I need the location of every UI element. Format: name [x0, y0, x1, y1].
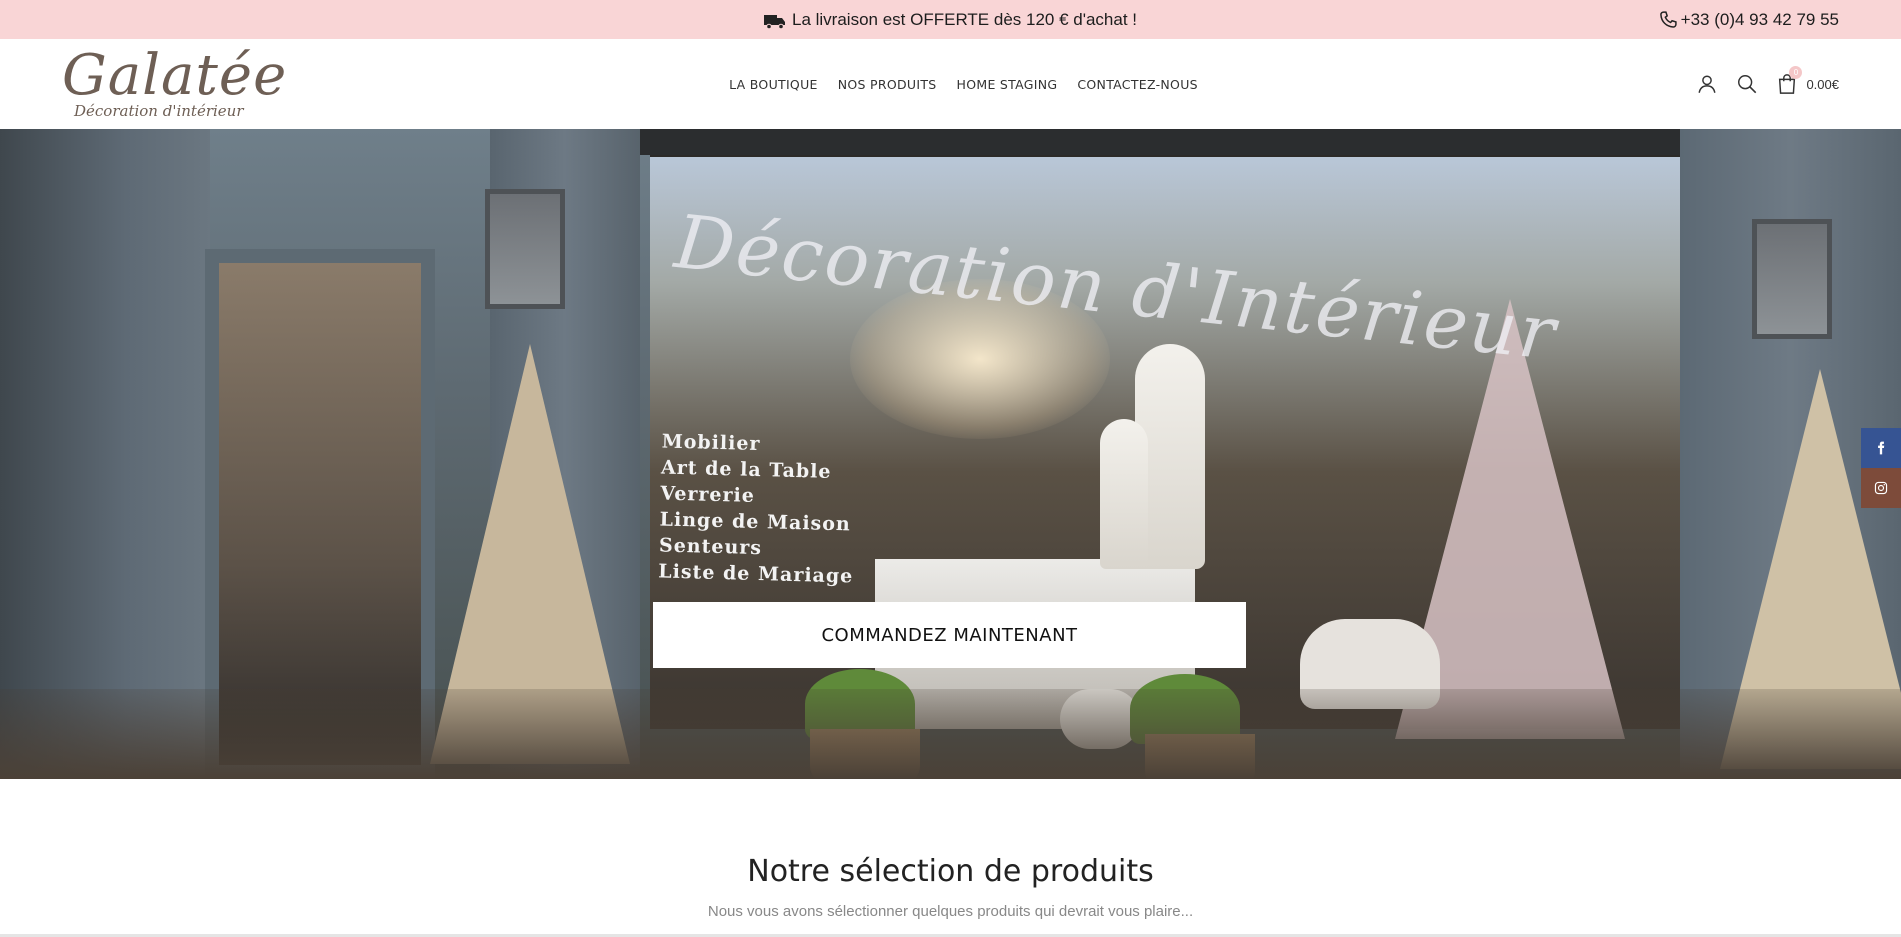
promo-text: La livraison est OFFERTE dès 120 € d'ach…: [792, 9, 1137, 29]
hero-floor: [0, 689, 1901, 779]
nav-item-home-staging[interactable]: HOME STAGING: [957, 77, 1058, 92]
decal-line: Liste de Mariage: [658, 560, 854, 588]
section-title: Notre sélection de produits: [747, 854, 1154, 889]
order-now-button[interactable]: COMMANDEZ MAINTENANT: [653, 602, 1246, 668]
cart-button[interactable]: 0 0.00€: [1776, 66, 1839, 95]
instagram-link[interactable]: [1861, 468, 1901, 508]
cart-total: 0.00€: [1806, 76, 1839, 92]
social-sidebar: [1861, 428, 1901, 508]
hero-background-left: [0, 129, 210, 779]
search-icon[interactable]: [1736, 73, 1758, 95]
facebook-link[interactable]: [1861, 428, 1901, 468]
phone-icon: [1659, 10, 1677, 28]
nav-item-contactez-nous[interactable]: CONTACTEZ-NOUS: [1077, 77, 1198, 92]
facebook-icon: [1878, 441, 1885, 455]
announcement-bar: La livraison est OFFERTE dès 120 € d'ach…: [0, 0, 1901, 39]
hero-banner: Décoration d'Intérieur Mobilier Art de l…: [0, 129, 1901, 779]
phone-number: +33 (0)4 93 42 79 55: [1680, 9, 1839, 29]
header-actions: 0 0.00€: [1696, 39, 1839, 129]
site-header: Galatée Décoration d'intérieur LA BOUTIQ…: [0, 39, 1901, 129]
hero-lantern-left: [485, 189, 565, 309]
truck-icon: [764, 14, 785, 29]
hero-awning: [640, 129, 1690, 155]
phone-link[interactable]: +33 (0)4 93 42 79 55: [1658, 0, 1839, 39]
instagram-icon: [1874, 481, 1888, 495]
hero-gnome-figure: [1100, 419, 1148, 569]
nav-item-nos-produits[interactable]: NOS PRODUITS: [838, 77, 937, 92]
hero-window-decal: Mobilier Art de la Table Verrerie Linge …: [658, 428, 857, 589]
section-subtitle: Nous vous avons sélectionner quelques pr…: [707, 903, 1194, 920]
user-icon[interactable]: [1696, 73, 1718, 95]
cart-count-badge: 0: [1789, 66, 1803, 79]
promo-message: La livraison est OFFERTE dès 120 € d'ach…: [0, 0, 1901, 39]
featured-products-section: Notre sélection de produits Nous vous av…: [0, 779, 1901, 937]
hero-lantern-right: [1752, 219, 1832, 339]
main-nav: LA BOUTIQUE NOS PRODUITS HOME STAGING CO…: [0, 39, 1901, 129]
nav-item-la-boutique[interactable]: LA BOUTIQUE: [729, 77, 818, 92]
